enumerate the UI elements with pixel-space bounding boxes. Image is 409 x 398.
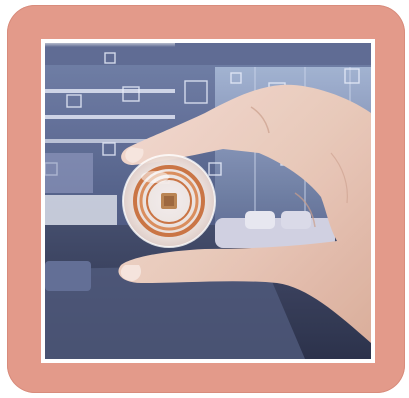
photo [45, 43, 371, 359]
photo-illustration [45, 43, 371, 359]
page [0, 0, 409, 398]
